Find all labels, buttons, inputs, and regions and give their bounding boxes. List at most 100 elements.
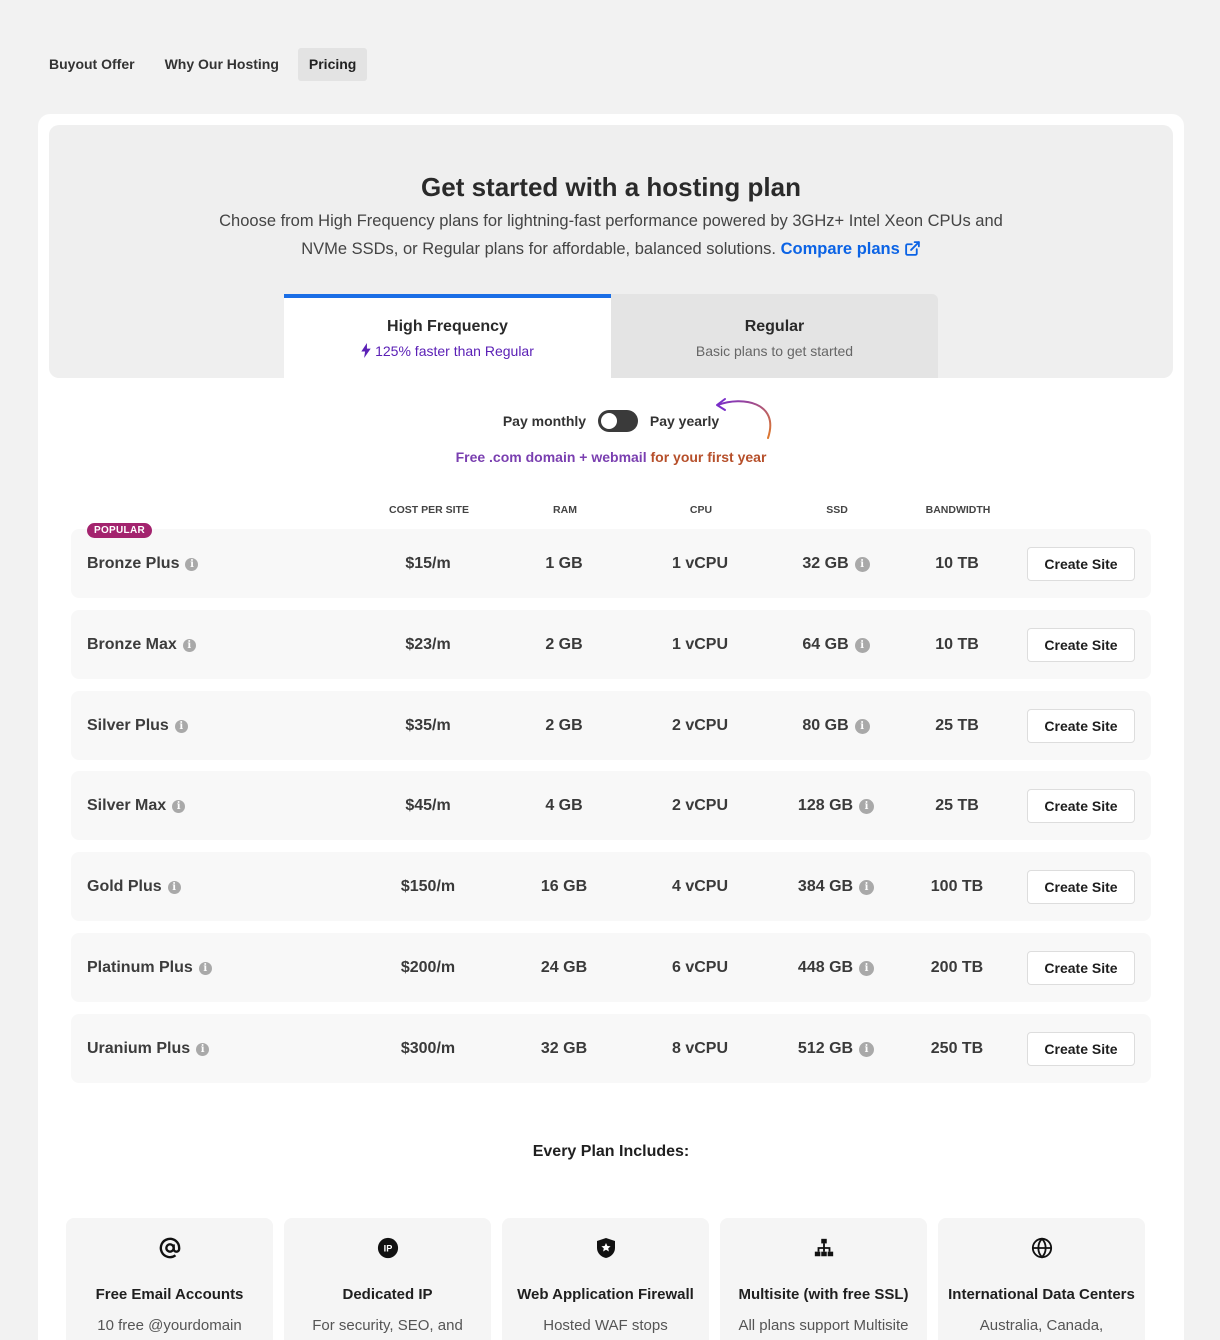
table-row: Bronze Max i $23/m 2 GB 1 vCPU 64 GB i 10 TB Cre… (71, 610, 1151, 679)
create-site-button[interactable]: Create Site (1027, 1032, 1135, 1066)
shield-icon (596, 1238, 615, 1258)
globe-icon (1031, 1237, 1052, 1259)
create-site-button[interactable]: Create Site (1027, 628, 1135, 662)
table-row: Silver Plus i $35/m 2 GB 2 vCPU 80 GB i 25 TB Cr… (71, 691, 1151, 760)
plan-name-text: Bronze Plus (87, 555, 180, 572)
pay-yearly-label[interactable]: Pay yearly (650, 413, 719, 429)
info-icon[interactable]: i (198, 962, 212, 975)
cell-cost-value: $35/m (405, 717, 451, 734)
hero: Get started with a hosting plan Choose f… (49, 125, 1173, 378)
create-site-button[interactable]: Create Site (1027, 870, 1135, 904)
info-icon[interactable]: i (854, 719, 870, 734)
plan-name-text: Silver Max (87, 797, 167, 814)
cell-ram-value: 32 GB (540, 1040, 588, 1057)
tab-pricing[interactable]: Pricing (297, 48, 368, 81)
promo-text-part2: for your first year (650, 449, 767, 465)
tab-why-our-hosting[interactable]: Why Our Hosting (154, 48, 290, 81)
cell-ram-value: 2 GB (545, 636, 583, 653)
cell-ssd: 128 GB i (776, 771, 896, 840)
info-icon[interactable]: i (859, 961, 875, 976)
sitemap-icon (814, 1238, 833, 1257)
toggle-knob (600, 413, 617, 429)
plan-name: Silver Plus i (87, 691, 188, 760)
plan-type-hf-title: High Frequency (387, 318, 508, 335)
plan-type-regular[interactable]: Regular Basic plans to get started (611, 294, 938, 378)
cell-ssd-value: 512 GB (797, 1040, 854, 1057)
header-cost: COST PER SITE (389, 504, 469, 516)
popular-badge: POPULAR (87, 523, 152, 538)
cell-ram: 32 GB (504, 1014, 624, 1083)
feature-desc: Australia, Canada, (979, 1317, 1104, 1334)
info-icon[interactable]: i (196, 1043, 210, 1056)
cell-ram: 24 GB (504, 933, 624, 1002)
svg-text:IP: IP (383, 1244, 392, 1254)
curved-arrow-icon (716, 398, 772, 439)
cell-bandwidth-value: 25 TB (935, 717, 979, 734)
cell-cost-value: $23/m (405, 636, 451, 653)
cell-ram: 1 GB (504, 529, 624, 598)
table-row: Uranium Plus i $300/m 32 GB 8 vCPU 512 GB i 250… (71, 1014, 1151, 1083)
cell-bandwidth-value: 10 TB (935, 555, 979, 572)
plan-type-hf-subtitle-text: 125% faster than Regular (375, 343, 534, 359)
pay-monthly-label[interactable]: Pay monthly (503, 413, 586, 429)
plan-name: Silver Max i (87, 771, 186, 840)
cell-cpu-value: 8 vCPU (671, 1040, 729, 1057)
info-icon[interactable]: i (854, 557, 870, 572)
cell-bandwidth: 250 TB (897, 1014, 1017, 1083)
billing-toggle[interactable] (597, 410, 638, 432)
table-row: Gold Plus i $150/m 16 GB 4 vCPU 384 GB i 100 TB… (71, 852, 1151, 921)
create-site-button[interactable]: Create Site (1027, 789, 1135, 823)
create-site-button[interactable]: Create Site (1027, 709, 1135, 743)
create-site-button[interactable]: Create Site (1027, 547, 1135, 581)
table-row: Silver Max i $45/m 4 GB 2 vCPU 128 GB i 25 TB Cr… (71, 771, 1151, 840)
cell-ssd: 512 GB i (776, 1014, 896, 1083)
cell-cpu: 2 vCPU (640, 691, 760, 760)
plan-name-text: Platinum Plus (87, 959, 193, 976)
cell-cost-value: $15/m (405, 555, 451, 572)
cell-ram: 2 GB (504, 691, 624, 760)
info-icon[interactable]: i (182, 639, 196, 652)
cell-bandwidth-value: 25 TB (935, 797, 979, 814)
cell-cost: $23/m (368, 610, 488, 679)
feature-card-waf: Web Application Firewall Hosted WAF stop… (502, 1218, 709, 1340)
cell-ssd: 64 GB i (776, 610, 896, 679)
hero-title: Get started with a hosting plan (421, 172, 801, 202)
feature-card-dedicated-ip: IP Dedicated IP For security, SEO, and (284, 1218, 491, 1340)
tab-buyout-offer[interactable]: Buyout Offer (38, 48, 146, 81)
compare-plans-link[interactable]: Compare plans (781, 240, 921, 258)
external-link-icon (905, 241, 920, 256)
cell-bandwidth: 25 TB (897, 771, 1017, 840)
cell-ssd-value: 32 GB (802, 555, 849, 572)
info-icon[interactable]: i (859, 1042, 875, 1057)
plan-type-high-frequency[interactable]: High Frequency 125% faster than Regular (284, 294, 611, 378)
plan-type-hf-subtitle: 125% faster than Regular (284, 343, 611, 359)
hero-description: Choose from High Frequency plans for lig… (219, 207, 1003, 263)
cell-ssd-value: 448 GB (797, 959, 854, 976)
plan-name-text: Uranium Plus (87, 1040, 191, 1057)
feature-desc: Hosted WAF stops (543, 1317, 668, 1334)
plan-name: Bronze Max i (87, 610, 196, 679)
cell-ssd: 448 GB i (776, 933, 896, 1002)
info-icon[interactable]: i (859, 880, 875, 895)
cell-cpu: 4 vCPU (640, 852, 760, 921)
billing-toggle-row: Pay monthly Pay yearly (38, 410, 1184, 432)
cell-cost-value: $45/m (405, 797, 451, 814)
header-ssd: SSD (826, 504, 848, 516)
plan-name-text: Silver Plus (87, 717, 169, 734)
info-icon[interactable]: i (172, 800, 186, 813)
info-icon[interactable]: i (174, 720, 188, 733)
feature-desc: 10 free @yourdomain (97, 1317, 242, 1334)
cell-cpu-value: 1 vCPU (671, 636, 729, 653)
lightning-icon (361, 343, 371, 358)
feature-title: International Data Centers (948, 1286, 1135, 1303)
info-icon[interactable]: i (859, 799, 875, 814)
cell-bandwidth-value: 10 TB (935, 636, 979, 653)
feature-card-multisite: Multisite (with free SSL) All plans supp… (720, 1218, 927, 1340)
cell-cost-value: $200/m (400, 959, 456, 976)
info-icon[interactable]: i (167, 881, 181, 894)
create-site-button[interactable]: Create Site (1027, 951, 1135, 985)
feature-title: Dedicated IP (342, 1286, 433, 1303)
info-icon[interactable]: i (854, 638, 870, 653)
table-row: Platinum Plus i $200/m 24 GB 6 vCPU 448 GB i 20… (71, 933, 1151, 1002)
info-icon[interactable]: i (185, 558, 199, 571)
